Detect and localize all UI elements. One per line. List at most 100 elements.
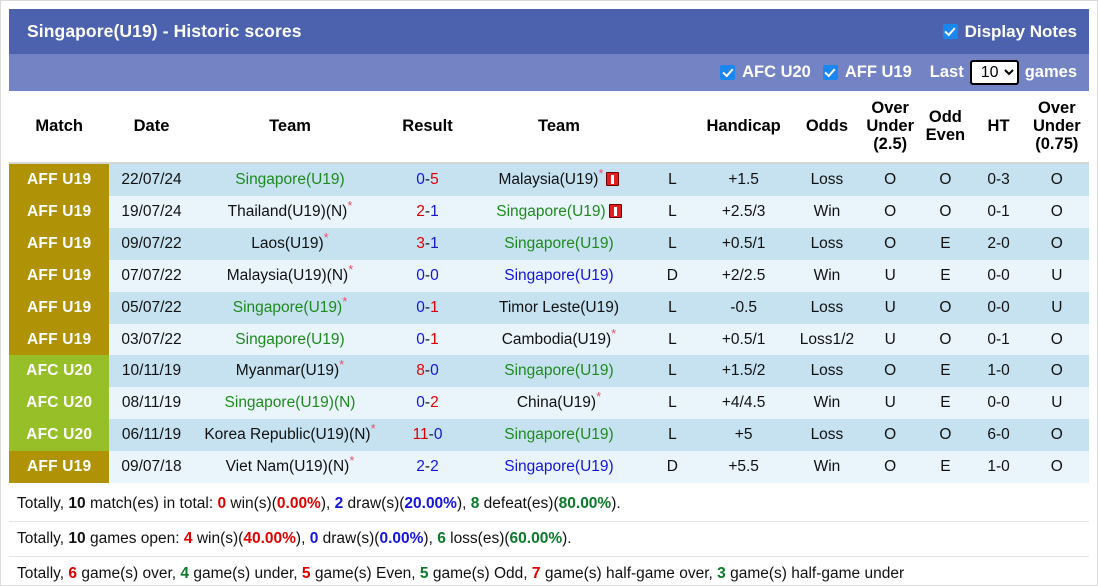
cell-away-team[interactable]: Singapore(U19) [468,196,650,229]
cell-away-team[interactable]: Malaysia(U19)* [468,163,650,197]
cell-competition: AFF U19 [9,163,110,197]
team-name: Singapore(U19)(N) [224,394,356,412]
s3-t0: Totally, [17,564,69,582]
cell-odds: Loss [791,163,863,197]
cell-home-team[interactable]: Thailand(U19)(N)* [193,196,387,229]
cell-home-team[interactable]: Laos(U19)* [193,228,387,260]
cell-result[interactable]: 0-2 [386,387,469,419]
table-row[interactable]: AFF U19 07/07/22 Malaysia(U19)(N)* 0-0 Singa… [9,259,1089,292]
summary-line-2: Totally, 10 games open: 4 win(s)(40.00%)… [9,522,1089,557]
cell-result[interactable]: 3-1 [386,228,469,260]
ou25-line2: Under [866,116,914,135]
last-label: Last [929,63,964,81]
neutral-star-icon: * [598,166,604,182]
cell-home-team[interactable]: Korea Republic(U19)(N)* [193,418,387,451]
cell-result[interactable]: 11-0 [386,418,469,451]
cell-over-under-075: U [1024,387,1089,419]
cell-away-team[interactable]: Singapore(U19) [468,355,650,388]
cell-away-team[interactable]: Singapore(U19) [468,259,650,292]
cell-result[interactable]: 2-1 [386,196,469,229]
s3-even: 5 [301,564,311,582]
cell-odd-even: E [918,259,973,292]
filter-aff-u19[interactable]: AFF U19 [822,63,912,82]
cell-home-team[interactable]: Singapore(U19)* [193,291,387,324]
competition-badge: AFC U20 [9,355,110,388]
filter-afc-u20[interactable]: AFC U20 [720,63,811,82]
col-wdl [649,91,696,165]
cell-away-team[interactable]: Singapore(U19) [468,418,650,451]
aff-u19-checkbox[interactable] [822,65,838,80]
team-name: Viet Nam(U19)(N) [225,457,350,475]
cell-over-under-25: U [862,387,919,419]
cell-odds: Loss [791,418,863,451]
team-name: Singapore(U19) [504,362,614,380]
cell-over-under-075: O [1024,323,1089,356]
last-games-group: Last 510152030 games [930,60,1077,85]
competition-badge: AFC U20 [9,418,110,451]
table-row[interactable]: AFC U20 10/11/19 Myanmar(U19)* 8-0 Singapore… [9,355,1089,388]
col-ht: HT [972,91,1025,165]
cell-odd-even: O [918,196,973,229]
s3-t3: game(s) Even, [310,564,420,582]
cell-home-team[interactable]: Singapore(U19) [193,163,387,197]
neutral-star-icon: * [342,293,348,309]
cell-competition: AFF U19 [9,291,110,324]
table-row[interactable]: AFF U19 05/07/22 Singapore(U19)* 0-1 Timor L… [9,291,1089,324]
cell-handicap: +2.5/3 [695,196,792,229]
table-row[interactable]: AFF U19 09/07/22 Laos(U19)* 3-1 Singapore(U1… [9,228,1089,260]
s1-win: 0 [217,494,227,512]
cell-wdl: L [649,418,696,451]
scores-table: Match Date Team Result Team Handicap Odd… [9,91,1089,483]
score-away: 1 [430,203,439,221]
cell-result[interactable]: 8-0 [386,355,469,388]
cell-result[interactable]: 0-1 [386,323,469,356]
s1-def-pct: 80.00% [558,494,612,512]
games-count-select[interactable]: 510152030 [969,60,1019,85]
team-name: Myanmar(U19) [235,362,340,380]
games-label: games [1024,63,1077,81]
cell-result[interactable]: 0-0 [386,259,469,292]
display-notes-checkbox[interactable] [942,24,958,39]
s2-t2: win(s)( [192,529,244,547]
ou075-line1: Over [1038,99,1076,117]
table-row[interactable]: AFC U20 06/11/19 Korea Republic(U19)(N)* 11… [9,418,1089,451]
afc-u20-checkbox[interactable] [720,65,736,80]
cell-home-team[interactable]: Myanmar(U19)* [193,355,387,388]
table-row[interactable]: AFF U19 19/07/24 Thailand(U19)(N)* 2-1 Singa… [9,196,1089,229]
team-name: Singapore(U19) [235,171,345,189]
cell-away-team[interactable]: Singapore(U19) [468,228,650,260]
cell-home-team[interactable]: Viet Nam(U19)(N)* [193,450,387,483]
s3-hgo: 7 [531,564,541,582]
cell-away-team[interactable]: China(U19)* [468,387,650,419]
table-row[interactable]: AFF U19 03/07/22 Singapore(U19) 0-1 Cambodia… [9,323,1089,356]
cell-result[interactable]: 2-2 [386,450,469,483]
team-name: China(U19) [516,394,597,412]
score-away: 2 [430,457,439,475]
cell-home-team[interactable]: Singapore(U19) [193,323,387,356]
cell-handicap: -0.5 [695,291,792,324]
team-name: Timor Leste(U19) [498,298,619,316]
cell-ht: 1-0 [972,355,1025,388]
table-row[interactable]: AFF U19 22/07/24 Singapore(U19) 0-5 Malaysia… [9,163,1089,197]
cell-wdl: L [649,355,696,388]
cell-over-under-25: O [862,228,919,260]
cell-away-team[interactable]: Timor Leste(U19) [468,291,650,324]
red-card-icon [606,172,620,187]
cell-odd-even: E [918,450,973,483]
table-row[interactable]: AFC U20 08/11/19 Singapore(U19)(N) 0-2 China… [9,387,1089,419]
afc-u20-label: AFC U20 [742,63,811,81]
cell-home-team[interactable]: Singapore(U19)(N) [193,387,387,419]
display-notes-toggle[interactable]: Display Notes [942,22,1077,42]
cell-result[interactable]: 0-5 [386,163,469,197]
s1-draw-pct: 20.00% [404,494,457,512]
cell-odds: Win [791,196,863,229]
cell-away-team[interactable]: Singapore(U19) [468,450,650,483]
summary-footer: Totally, 10 match(es) in total: 0 win(s)… [9,483,1089,585]
cell-ht: 0-3 [972,163,1025,197]
score-home: 2 [416,203,425,221]
table-row[interactable]: AFF U19 09/07/18 Viet Nam(U19)(N)* 2-2 Singa… [9,450,1089,483]
score-home: 2 [416,457,425,475]
cell-home-team[interactable]: Malaysia(U19)(N)* [193,259,387,292]
cell-away-team[interactable]: Cambodia(U19)* [468,323,650,356]
cell-result[interactable]: 0-1 [386,291,469,324]
